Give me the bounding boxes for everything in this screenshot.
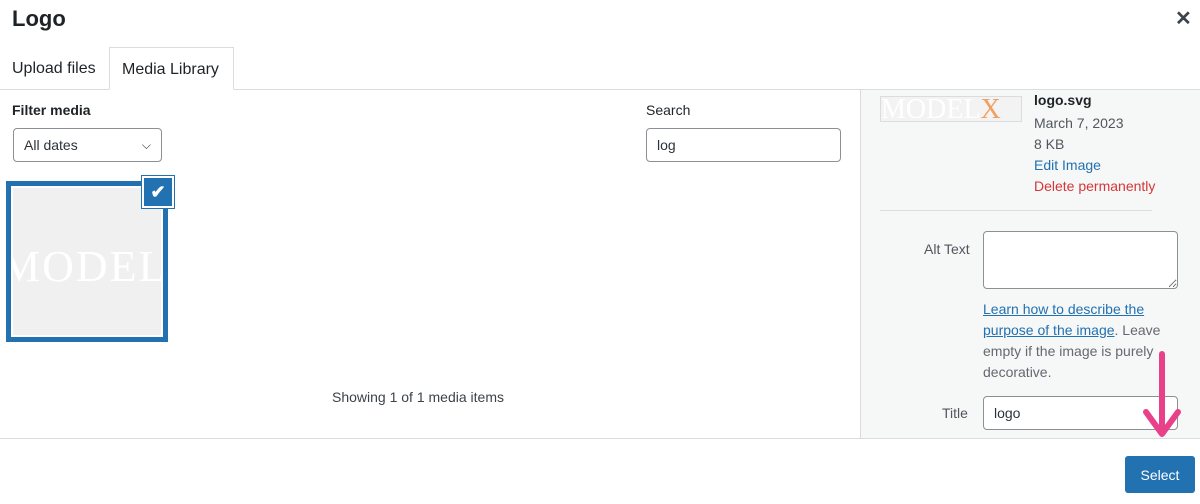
filter-media-label: Filter media [12,102,91,118]
modelx-logo: MODELX [6,242,168,291]
edit-image-link[interactable]: Edit Image [1034,157,1101,173]
delete-permanently-link[interactable]: Delete permanently [1034,178,1155,194]
arrow-down-annotation-icon [1143,351,1181,437]
alt-text-label: Alt Text [924,241,970,257]
checkmark-icon[interactable]: ✔ [142,176,174,208]
search-input[interactable] [646,128,841,162]
chevron-down-icon: ⌵ [141,138,151,152]
select-button[interactable]: Select [1125,456,1195,493]
search-label: Search [646,102,691,118]
close-icon[interactable]: ✕ [1175,6,1192,31]
tab-upload-files[interactable]: Upload files [0,47,108,90]
title-label: Title [942,405,968,421]
date-filter-value: All dates [24,137,78,153]
divider [880,210,1152,211]
divider [0,438,1200,439]
modal-title: Logo [12,6,66,31]
attachment-thumbnail: MODELX [880,96,1022,122]
filename: logo.svg [1034,92,1092,108]
date-filter-select[interactable]: All dates ⌵ [13,128,162,162]
upload-date: March 7, 2023 [1034,115,1124,131]
tab-media-library[interactable]: Media Library [109,47,234,90]
media-count: Showing 1 of 1 media items [332,389,504,405]
alt-text-field[interactable] [983,231,1178,289]
file-size: 8 KB [1034,136,1065,152]
